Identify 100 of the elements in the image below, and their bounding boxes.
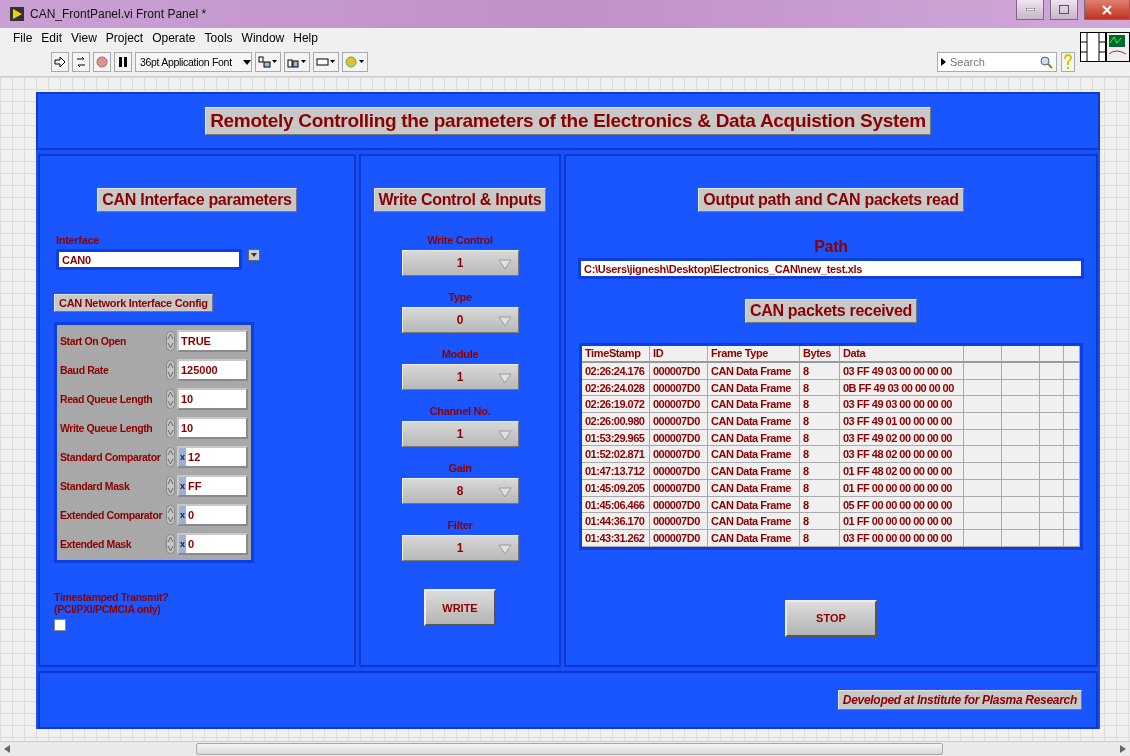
minimize-button[interactable] (1016, 0, 1044, 20)
interface-field[interactable]: CAN0 (56, 249, 242, 270)
empty-cell (964, 446, 1002, 464)
field-label: Interface (56, 234, 101, 246)
distribute-button[interactable] (284, 52, 310, 72)
help-icon[interactable] (1061, 52, 1075, 72)
panel-title: Write Control & Inputs (373, 188, 547, 212)
resize-button[interactable] (313, 52, 339, 72)
table-cell: CAN Data Frame (708, 413, 800, 430)
numeric-field[interactable]: 10 (177, 417, 248, 439)
enum-dropdown[interactable]: 1 (401, 250, 519, 276)
table-cell: 8 (800, 363, 840, 380)
spinner-arrows-icon[interactable] (166, 360, 175, 380)
align-button[interactable] (255, 52, 281, 72)
enum-dropdown[interactable]: 8 (401, 478, 519, 504)
table-cell: 02:26:24.028 (582, 379, 650, 397)
menu-item[interactable]: Window (241, 31, 285, 45)
panel-title: Output path and CAN packets read (698, 188, 964, 212)
empty-cell (1040, 496, 1064, 514)
table-cell: 000007D0 (650, 379, 708, 397)
scroll-right-icon[interactable] (1120, 745, 1126, 753)
search-icon[interactable] (1039, 55, 1053, 69)
pause-button[interactable] (114, 52, 132, 72)
numeric-field[interactable]: 10 (177, 388, 248, 410)
menu-item[interactable]: Project (105, 31, 144, 45)
menu-item[interactable]: Tools (204, 31, 233, 45)
checkbox-label: Timestamped Transmit? (PCI/PXI/PCMCIA only) (54, 591, 169, 615)
spinner-arrows-icon[interactable] (166, 389, 175, 409)
empty-cell (964, 496, 1002, 514)
checkbox[interactable] (54, 619, 66, 631)
spinner-arrows-icon[interactable] (166, 505, 175, 525)
table-cell: CAN Data Frame (708, 379, 800, 397)
table-cell: 03 FF 49 01 00 00 00 00 (840, 413, 964, 430)
table-cell: 02:26:24.176 (582, 363, 650, 380)
maximize-button[interactable] (1050, 0, 1078, 20)
empty-cell (1064, 513, 1080, 530)
numeric-field[interactable]: x FF (177, 475, 248, 497)
enum-dropdown[interactable]: 1 (401, 421, 519, 447)
column-header: Frame Type (708, 346, 800, 363)
enum-dropdown[interactable]: 1 (401, 535, 519, 561)
menu-item[interactable]: View (71, 31, 97, 45)
table-cell: CAN Data Frame (708, 396, 800, 414)
table-cell: 000007D0 (650, 396, 708, 414)
run-continuously-button[interactable] (72, 52, 90, 72)
stop-button[interactable]: STOP (785, 599, 877, 637)
empty-cell (1040, 463, 1064, 480)
table-cell: CAN Data Frame (708, 363, 800, 380)
empty-cell (1002, 446, 1040, 464)
spinner-arrows-icon[interactable] (166, 331, 175, 351)
enum-dropdown[interactable]: 0 (401, 307, 519, 333)
empty-cell (1040, 413, 1064, 430)
close-button[interactable] (1084, 0, 1130, 20)
menu-item[interactable]: Operate (152, 31, 196, 45)
spinner-arrows-icon[interactable] (166, 476, 175, 496)
table-cell: 03 FF 00 00 00 00 00 00 (840, 529, 964, 547)
window-title: CAN_FrontPanel.vi Front Panel * (30, 7, 208, 21)
arrow-icon (54, 56, 66, 68)
numeric-field[interactable]: x 0 (177, 504, 248, 526)
run-button[interactable] (51, 52, 69, 72)
path-field[interactable]: C:\Users\jignesh\Desktop\Electronics_CAN\new_test.xls (578, 258, 1084, 279)
search-field[interactable]: Search (937, 52, 1057, 72)
table-cell: 03 FF 49 03 00 00 00 00 (840, 363, 964, 380)
numeric-field[interactable]: TRUE (177, 330, 248, 352)
pause-icon (117, 56, 129, 68)
empty-cell (1040, 513, 1064, 530)
table-cell: 01:44:36.170 (582, 513, 650, 530)
empty-cell (1002, 413, 1040, 430)
expand-icon[interactable] (941, 58, 946, 66)
empty-cell (1064, 429, 1080, 447)
table-cell: 000007D0 (650, 529, 708, 547)
empty-cell (1064, 413, 1080, 430)
spinner-arrows-icon[interactable] (166, 418, 175, 438)
menu-item[interactable]: File (13, 31, 33, 45)
align-icon (258, 56, 278, 68)
dropdown-arrow-icon (497, 430, 512, 441)
numeric-field[interactable]: x 0 (177, 533, 248, 555)
font-dropdown[interactable]: 36pt Application Font (135, 52, 252, 72)
menu-item[interactable]: Edit (41, 31, 63, 45)
table-cell: 02:26:00.980 (582, 413, 650, 430)
empty-cell (1002, 479, 1040, 497)
table-cell: 8 (800, 463, 840, 480)
numeric-field[interactable]: 125000 (177, 359, 248, 381)
enum-dropdown[interactable]: 1 (401, 364, 519, 390)
table-cell: 000007D0 (650, 463, 708, 480)
spinner-arrows-icon[interactable] (166, 447, 175, 467)
vi-icon[interactable] (1106, 32, 1130, 62)
table-cell: 8 (800, 496, 840, 514)
spinner-arrows-icon[interactable] (166, 534, 175, 554)
empty-cell (1064, 529, 1080, 547)
table-cell: 03 FF 49 02 00 00 00 00 (840, 429, 964, 447)
app-icon (10, 7, 24, 21)
table-cell: 8 (800, 413, 840, 430)
menu-item[interactable]: Help (293, 31, 318, 45)
dropdown-button-icon[interactable] (248, 249, 260, 261)
connector-pane-icon[interactable] (1080, 32, 1106, 62)
write-button[interactable]: WRITE (424, 589, 496, 626)
table-cell: 8 (800, 379, 840, 397)
table-cell: 8 (800, 513, 840, 530)
numeric-field[interactable]: x 12 (177, 446, 248, 468)
scroll-left-icon[interactable] (4, 745, 10, 753)
